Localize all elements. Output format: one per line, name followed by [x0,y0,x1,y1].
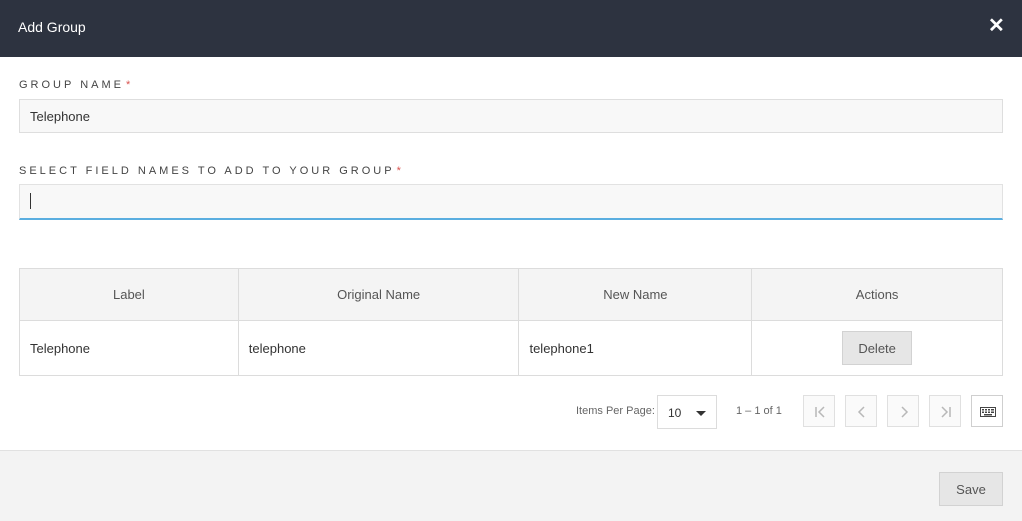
first-page-button[interactable] [803,395,835,427]
save-button[interactable]: Save [939,472,1003,506]
next-page-button[interactable] [887,395,919,427]
paginator: Items Per Page: 10 1 – 1 of 1 [0,395,1022,429]
last-page-icon [941,406,951,418]
column-header-new-name[interactable]: New Name [518,268,753,321]
dialog-header: Add Group ✕ [0,0,1022,57]
previous-page-icon [857,406,865,418]
page-range-label: 1 – 1 of 1 [736,405,782,417]
column-header-original-name[interactable]: Original Name [237,268,520,321]
first-page-icon [815,406,825,418]
dropdown-arrow-icon [696,411,706,416]
next-page-icon [901,406,909,418]
required-mark: * [125,79,131,91]
text-caret [30,193,31,209]
close-icon[interactable]: ✕ [988,16,1005,36]
field-select-label: SELECT FIELD NAMES TO ADD TO YOUR GROUP * [19,165,401,177]
group-name-label: GROUP NAME * [19,79,130,91]
required-mark: * [396,165,401,177]
dialog-title: Add Group [18,19,86,35]
fields-table: Label Original Name New Name Actions Tel… [19,268,1003,376]
items-per-page-label: Items Per Page: [576,405,655,417]
table-header-row: Label Original Name New Name Actions [19,268,1003,321]
keyboard-icon [980,407,996,417]
last-page-button[interactable] [929,395,961,427]
field-select-label-text: SELECT FIELD NAMES TO ADD TO YOUR GROUP [19,165,395,177]
column-header-actions: Actions [751,268,1003,321]
items-per-page-select[interactable]: 10 [657,395,717,429]
column-header-label[interactable]: Label [19,268,239,321]
previous-page-button[interactable] [845,395,877,427]
group-name-label-text: GROUP NAME [19,79,124,91]
delete-button[interactable]: Delete [842,331,913,365]
cell-new-name[interactable]: telephone1 [518,320,753,376]
keyboard-button[interactable] [971,395,1003,427]
group-name-input[interactable] [19,99,1003,133]
dialog-footer: Save [0,450,1022,521]
cell-actions: Delete [751,320,1003,376]
table-row: Telephone telephone telephone1 Delete [19,320,1003,376]
cell-original-name: telephone [237,320,520,376]
field-select-input[interactable] [19,184,1003,220]
cell-label: Telephone [19,320,239,376]
items-per-page-value: 10 [668,406,682,420]
